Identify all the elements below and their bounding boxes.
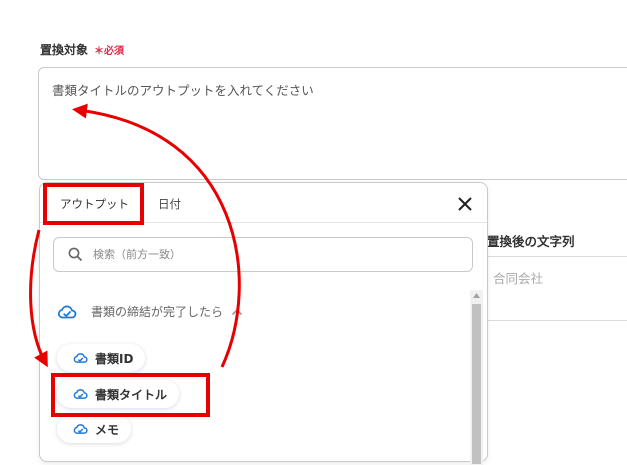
output-item-label: 書類ID — [95, 351, 134, 366]
scrollbar-thumb[interactable] — [472, 304, 481, 464]
scroll-up-arrow-icon[interactable] — [473, 293, 480, 298]
required-badge: ＊必須 — [94, 46, 125, 57]
cloud-sign-icon — [73, 424, 88, 434]
replacement-string-value[interactable]: 合同会社 — [493, 268, 543, 287]
tab-date[interactable]: 日付 — [158, 196, 181, 212]
highlight-output-tab — [43, 183, 144, 225]
close-button[interactable] — [453, 192, 477, 216]
close-icon — [458, 197, 472, 211]
output-item-label: メモ — [95, 422, 120, 437]
replacement-string-label: 置換後の文字列 — [487, 234, 575, 249]
output-item-document-id[interactable]: 書類ID — [57, 344, 146, 372]
group-header-contract-completed[interactable]: 書類の締結が完了したら — [57, 303, 243, 320]
scrollbar[interactable] — [470, 290, 483, 465]
search-input[interactable] — [91, 247, 425, 262]
textarea-value: 書類タイトルのアウトプットを入れてください — [52, 83, 314, 98]
replace-target-textarea[interactable]: 書類タイトルのアウトプットを入れてください — [38, 67, 627, 180]
chevron-up-icon — [231, 308, 243, 316]
cloud-sign-icon — [73, 353, 88, 363]
output-item-memo[interactable]: メモ — [57, 415, 132, 443]
field-label-row: 置換対象 ＊必須 — [40, 41, 124, 58]
search-icon — [68, 247, 83, 262]
highlight-document-title-item — [51, 373, 210, 417]
divider — [487, 256, 627, 257]
group-label: 書類の締結が完了したら — [91, 305, 224, 319]
field-label: 置換対象 — [40, 43, 89, 57]
search-box — [53, 237, 473, 272]
divider — [487, 320, 627, 321]
cloud-sign-icon — [57, 305, 77, 318]
